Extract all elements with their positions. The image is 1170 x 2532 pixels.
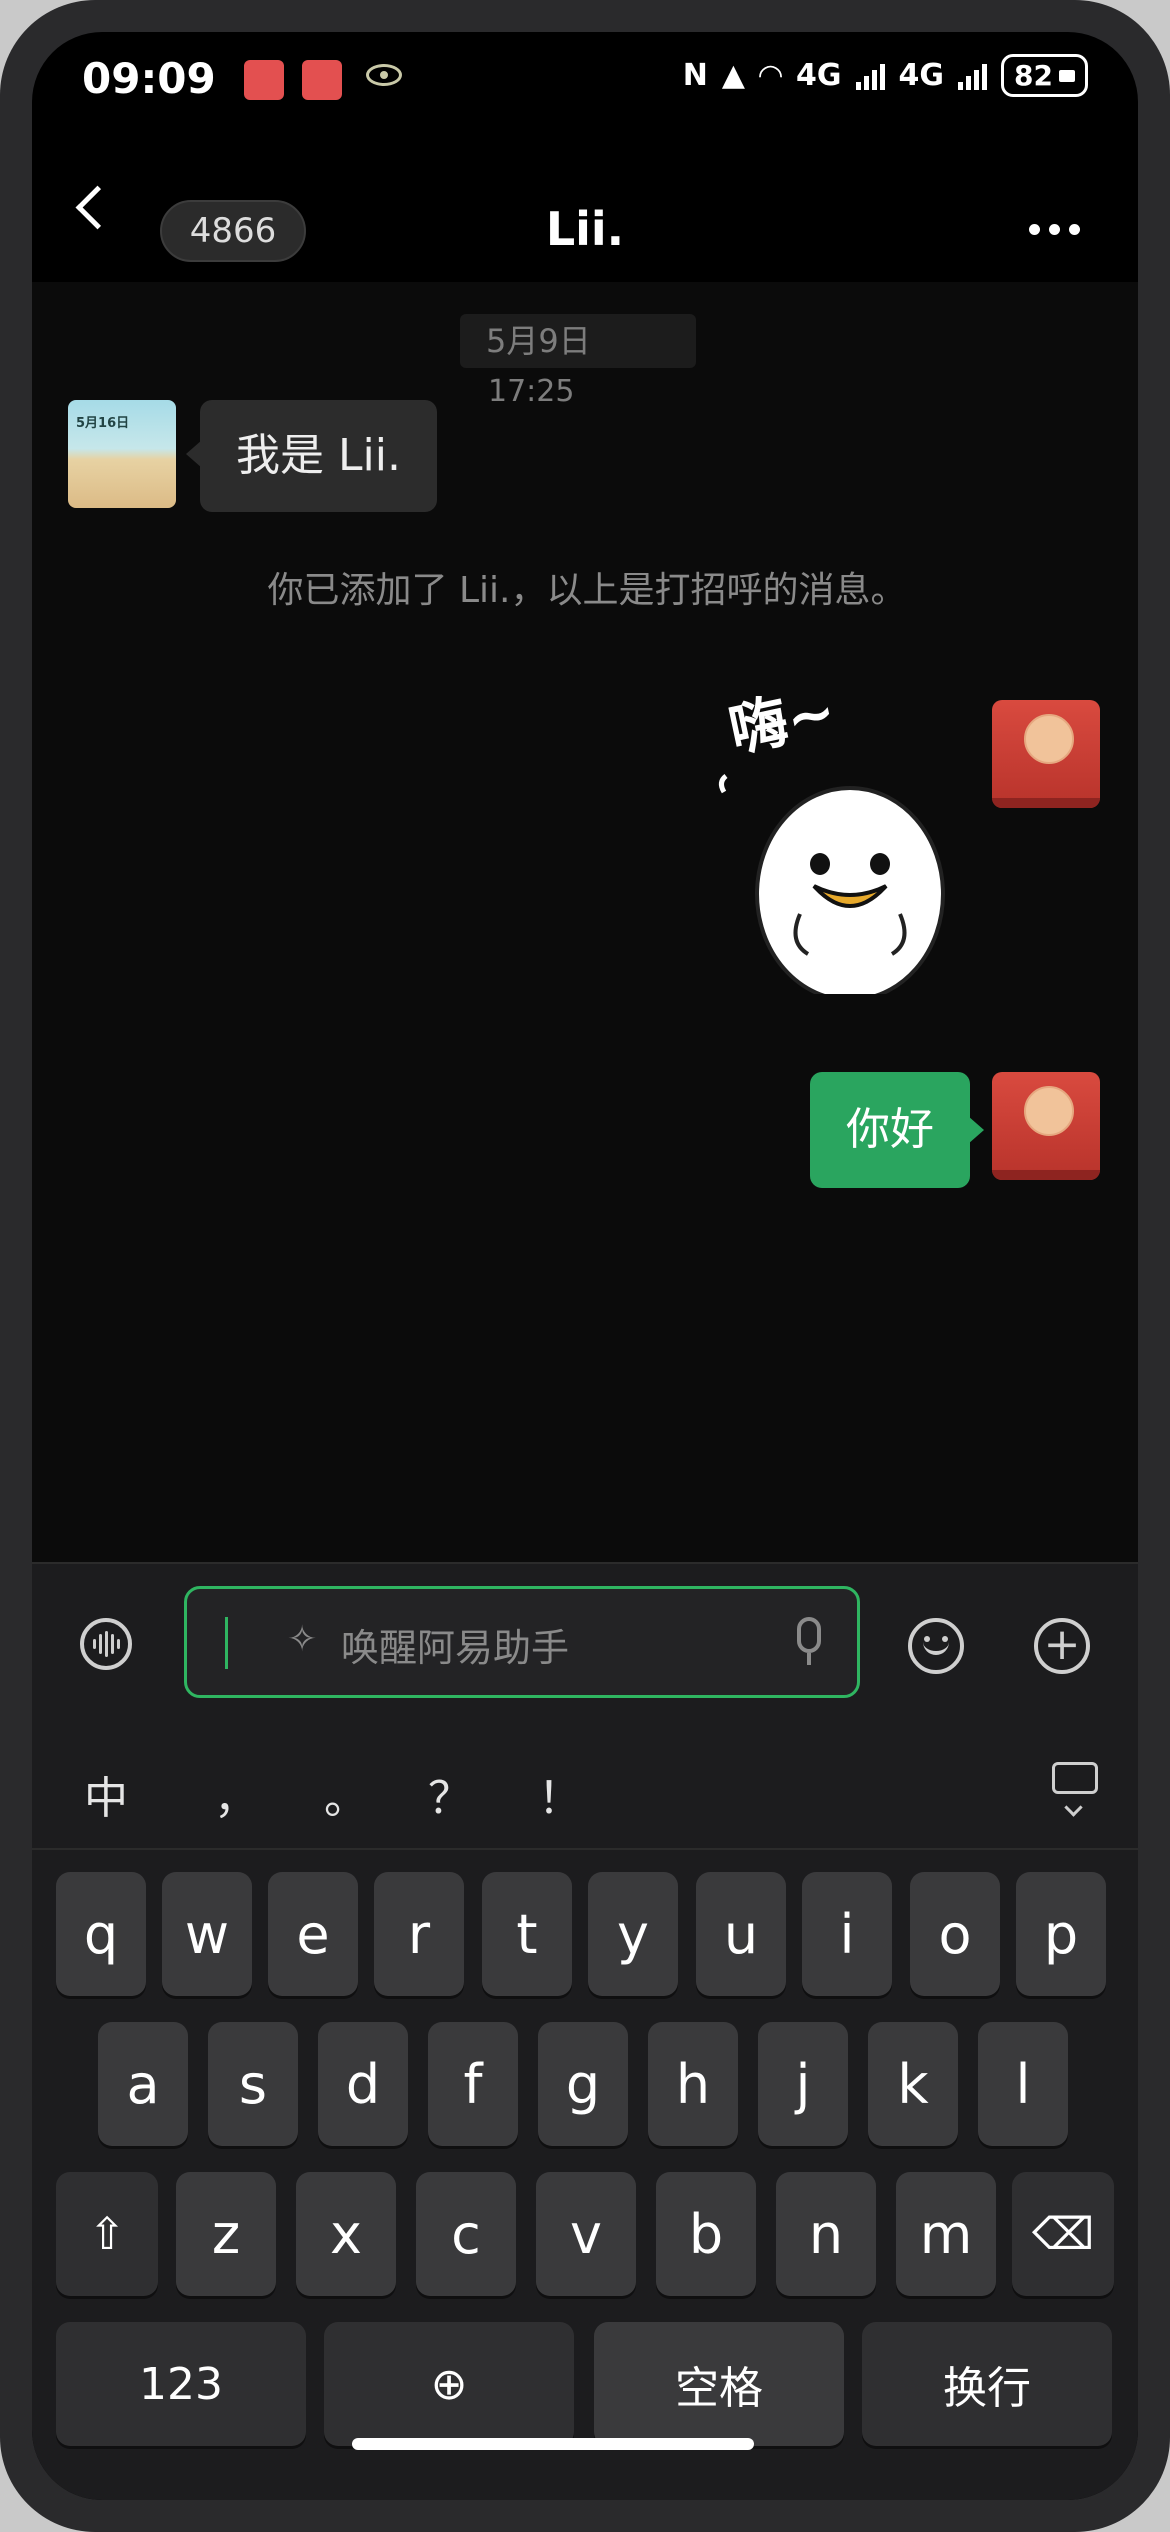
key-k[interactable]: k [868, 2022, 958, 2146]
nfc-icon: N [682, 58, 708, 93]
key-r[interactable]: r [374, 1872, 464, 1996]
sparkle-icon: ✧ [287, 1619, 318, 1660]
message-input-bar: ✧ 唤醒阿易助手 + [32, 1562, 1138, 1736]
key-o[interactable]: o [910, 1872, 1000, 1996]
key-f[interactable]: f [428, 2022, 518, 2146]
contact-avatar[interactable]: 5月16日 [68, 400, 176, 508]
chat-title: Lii. [545, 202, 625, 256]
keyboard: q w e r t y u i o p a s d f g h j k l ⇧ … [32, 1850, 1138, 2500]
key-l[interactable]: l [978, 2022, 1068, 2146]
key-j[interactable]: j [758, 2022, 848, 2146]
more-options-icon[interactable] [1029, 224, 1080, 235]
keyboard-suggestion-row: 中 ， 。 ？ ！ [32, 1732, 1138, 1850]
suggestion-comma[interactable]: ， [214, 1762, 258, 1826]
eye-icon [366, 64, 402, 86]
status-indicators: N ▲ ◠ 4G 4G 82 [683, 54, 1088, 97]
space-key[interactable]: 空格 [594, 2322, 844, 2446]
status-bar: 09:09 N ▲ ◠ 4G 4G 82 [32, 32, 1138, 142]
my-avatar[interactable] [992, 1072, 1100, 1180]
my-avatar[interactable] [992, 700, 1100, 808]
key-b[interactable]: b [656, 2172, 756, 2296]
network-label-2: 4G [898, 58, 945, 93]
key-u[interactable]: u [696, 1872, 786, 1996]
outgoing-message-bubble[interactable]: 你好 [810, 1072, 984, 1188]
voice-input-icon[interactable] [80, 1618, 132, 1670]
emoji-icon[interactable] [908, 1618, 964, 1674]
key-d[interactable]: d [318, 2022, 408, 2146]
input-placeholder: 唤醒阿易助手 [341, 1626, 570, 1670]
date-stamp: 5月9日 [460, 314, 696, 368]
key-g[interactable]: g [538, 2022, 628, 2146]
backspace-key-icon[interactable]: ⌫ [1012, 2172, 1114, 2296]
key-z[interactable]: z [176, 2172, 276, 2296]
enter-key[interactable]: 换行 [862, 2322, 1112, 2446]
key-m[interactable]: m [896, 2172, 996, 2296]
key-c[interactable]: c [416, 2172, 516, 2296]
suggestion-period[interactable]: 。 [324, 1762, 368, 1826]
key-p[interactable]: p [1016, 1872, 1106, 1996]
chat-header: 4866 Lii. [32, 142, 1138, 282]
key-h[interactable]: h [648, 2022, 738, 2146]
hide-keyboard-icon[interactable] [1052, 1762, 1098, 1794]
smiley-sticker-icon [718, 774, 945, 994]
avatar-calendar-tag: 5月16日 [76, 416, 130, 431]
key-a[interactable]: a [98, 2022, 188, 2146]
key-i[interactable]: i [802, 1872, 892, 1996]
key-y[interactable]: y [588, 1872, 678, 1996]
phone-frame: 09:09 N ▲ ◠ 4G 4G 82 4866 Lii. 5月9日 17:2… [0, 0, 1170, 2532]
wifi-icon: ◠ [758, 58, 783, 93]
key-s[interactable]: s [208, 2022, 298, 2146]
notification-app-icon [244, 60, 284, 100]
network-label-1: 4G [796, 58, 842, 93]
system-notice: 你已添加了 Lii.，以上是打招呼的消息。 [267, 570, 907, 611]
incoming-message-bubble[interactable]: 我是 Lii. [186, 400, 437, 512]
suggestion-exclamation[interactable]: ！ [538, 1762, 582, 1826]
key-n[interactable]: n [776, 2172, 876, 2296]
sticker-message[interactable]: 嗨~ [682, 674, 972, 994]
battery-icon: 82 [1001, 54, 1088, 97]
battery-level: 82 [1014, 59, 1053, 92]
numbers-key[interactable]: 123 [56, 2322, 306, 2446]
suggestion-question[interactable]: ？ [428, 1762, 472, 1826]
key-v[interactable]: v [536, 2172, 636, 2296]
key-w[interactable]: w [162, 1872, 252, 1996]
message-list[interactable]: 5月9日 17:25 5月16日 我是 Lii. 你已添加了 Lii.，以上是打… [32, 282, 1138, 1562]
status-time: 09:09 [82, 54, 216, 103]
screen: 09:09 N ▲ ◠ 4G 4G 82 4866 Lii. 5月9日 17:2… [32, 32, 1138, 2500]
key-e[interactable]: e [268, 1872, 358, 1996]
key-q[interactable]: q [56, 1872, 146, 1996]
home-indicator[interactable] [352, 2438, 754, 2450]
key-t[interactable]: t [482, 1872, 572, 1996]
shift-key-icon[interactable]: ⇧ [56, 2172, 158, 2296]
suggestion-chinese-mode[interactable]: 中 [84, 1762, 128, 1826]
text-caret [225, 1617, 228, 1669]
signal-icon [958, 62, 988, 90]
globe-key-icon[interactable]: ⊕ [324, 2322, 574, 2446]
time-stamp: 17:25 [488, 374, 575, 409]
add-attachment-icon[interactable]: + [1034, 1618, 1090, 1674]
signal-icon [855, 62, 885, 90]
notification-app-icon [302, 60, 342, 100]
key-x[interactable]: x [296, 2172, 396, 2296]
message-input[interactable]: ✧ 唤醒阿易助手 [184, 1586, 860, 1698]
microphone-icon[interactable] [797, 1617, 821, 1665]
silent-icon: ▲ [721, 58, 745, 93]
